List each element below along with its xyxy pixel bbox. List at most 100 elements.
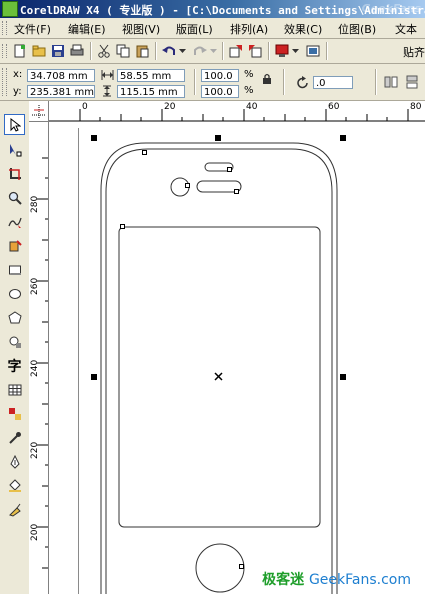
horizontal-ruler[interactable]: 0 20 40 60 80 (29, 101, 425, 122)
toolbar-separator (90, 42, 92, 60)
menu-edit[interactable]: 编辑(E) (68, 21, 106, 37)
crop-tool-icon[interactable] (4, 163, 25, 184)
menu-bar: 文件(F) 编辑(E) 视图(V) 版面(L) 排列(A) 效果(C) 位图(B… (0, 18, 425, 39)
copy-icon[interactable] (115, 43, 131, 59)
height-field[interactable]: 115.15 mm (117, 85, 185, 98)
menu-bitmaps[interactable]: 位图(B) (338, 21, 376, 37)
toolbar-separator (155, 42, 157, 60)
redo-dropdown-icon[interactable] (209, 43, 217, 59)
x-position-label: x: (13, 69, 23, 80)
polygon-tool-icon[interactable] (4, 307, 25, 328)
scale-y-field[interactable]: 100.0 (201, 85, 239, 98)
export-icon[interactable] (247, 43, 263, 59)
ellipse-tool-icon[interactable] (4, 283, 25, 304)
phone-outer-outline[interactable] (100, 142, 338, 594)
site-watermark-en: GeekFans.com (308, 572, 411, 588)
mirror-vertical-icon[interactable] (405, 75, 419, 92)
ruler-origin[interactable] (29, 101, 49, 122)
scale-x-field[interactable]: 100.0 (201, 69, 239, 82)
menu-effects[interactable]: 效果(C) (284, 21, 322, 37)
y-position-field[interactable]: 235.381 mm (27, 85, 95, 98)
title-watermark: GeekFans (361, 2, 421, 15)
zoom-tool-icon[interactable] (4, 187, 25, 208)
basic-shapes-tool-icon[interactable] (4, 331, 25, 352)
scale-y-percent: % (244, 85, 254, 96)
ruler-tick-label: 240 (30, 359, 40, 377)
undo-icon[interactable] (161, 43, 177, 59)
ruler-origin-icon (32, 105, 45, 119)
rectangle-tool-icon[interactable] (4, 259, 25, 280)
height-icon (101, 85, 114, 100)
toolbar-separator (326, 42, 328, 60)
print-icon[interactable] (69, 43, 85, 59)
drawing-canvas[interactable] (49, 122, 425, 594)
mirror-horizontal-icon[interactable] (384, 75, 398, 92)
property-separator (283, 69, 285, 95)
undo-dropdown-icon[interactable] (178, 43, 186, 59)
selection-center-mark[interactable] (214, 372, 223, 381)
ruler-tick-label: 260 (30, 277, 40, 295)
width-field[interactable]: 58.55 mm (117, 69, 185, 82)
menu-layout[interactable]: 版面(L) (176, 21, 213, 37)
ruler-tick-label: 20 (164, 102, 176, 112)
horizontal-ruler-ticks (29, 109, 425, 121)
fill-tool-icon[interactable] (4, 475, 25, 496)
menu-grip[interactable] (2, 21, 7, 35)
phone-home-button[interactable] (195, 543, 245, 593)
shape-tool-icon[interactable] (4, 139, 25, 160)
rotate-icon (296, 76, 310, 93)
vertical-ruler[interactable]: 280 260 240 220 200 (29, 121, 49, 594)
toolbar-separator (222, 42, 224, 60)
y-position-label: y: (13, 86, 22, 97)
snap-to-label[interactable]: 贴齐 (403, 44, 425, 60)
menu-view[interactable]: 视图(V) (122, 21, 160, 37)
text-tool-icon[interactable]: 字 (4, 355, 25, 376)
ruler-tick-label: 200 (30, 523, 40, 541)
interactive-blend-tool-icon[interactable] (4, 403, 25, 424)
outline-tool-icon[interactable] (4, 451, 25, 472)
menu-file[interactable]: 文件(F) (14, 21, 51, 37)
freehand-tool-icon[interactable] (4, 211, 25, 232)
node-handles (120, 150, 244, 569)
x-position-field[interactable]: 34.708 mm (27, 69, 95, 82)
app-launcher-dropdown-icon[interactable] (291, 43, 299, 59)
lock-ratio-icon[interactable] (262, 73, 272, 88)
property-bar-grip[interactable] (2, 68, 7, 96)
selection-handles[interactable] (91, 135, 346, 380)
new-icon[interactable] (12, 43, 28, 59)
ruler-tick-label: 220 (30, 441, 40, 459)
property-separator (375, 69, 377, 95)
menu-arrange[interactable]: 排列(A) (230, 21, 268, 37)
toolbox: 字 (0, 101, 30, 594)
rotation-field[interactable]: .0 (313, 76, 353, 89)
phone-outline-drawing[interactable] (49, 122, 425, 594)
ruler-tick-label: 0 (82, 102, 88, 112)
smart-fill-tool-icon[interactable] (4, 235, 25, 256)
ruler-tick-label: 60 (328, 102, 340, 112)
cut-icon[interactable] (96, 43, 112, 59)
import-icon[interactable] (228, 43, 244, 59)
width-icon (101, 69, 114, 84)
redo-icon[interactable] (192, 43, 208, 59)
toolbar-separator (268, 42, 270, 60)
property-separator (194, 69, 196, 95)
corel-online-icon[interactable] (305, 43, 321, 59)
app-launcher-icon[interactable] (274, 43, 290, 59)
property-bar: x: y: 34.708 mm 235.381 mm 58.55 mm 115.… (0, 64, 425, 101)
eyedropper-tool-icon[interactable] (4, 427, 25, 448)
pick-tool-icon[interactable] (4, 114, 25, 135)
site-watermark: 极客迷 GeekFans.com (262, 569, 411, 589)
open-icon[interactable] (31, 43, 47, 59)
scale-x-percent: % (244, 69, 254, 80)
interactive-fill-tool-icon[interactable] (4, 499, 25, 520)
coreldraw-app-icon[interactable] (2, 1, 18, 17)
paste-icon[interactable] (134, 43, 150, 59)
save-icon[interactable] (50, 43, 66, 59)
menu-text[interactable]: 文本 (395, 21, 417, 37)
ruler-tick-label: 40 (246, 102, 258, 112)
site-watermark-cn: 极客迷 (262, 572, 305, 588)
toolbar-grip[interactable] (2, 44, 7, 58)
ruler-tick-label: 80 (410, 102, 422, 112)
title-bar: CorelDRAW X4 ( 专业版 ) - [C:\Documents and… (0, 0, 425, 18)
table-tool-icon[interactable] (4, 379, 25, 400)
